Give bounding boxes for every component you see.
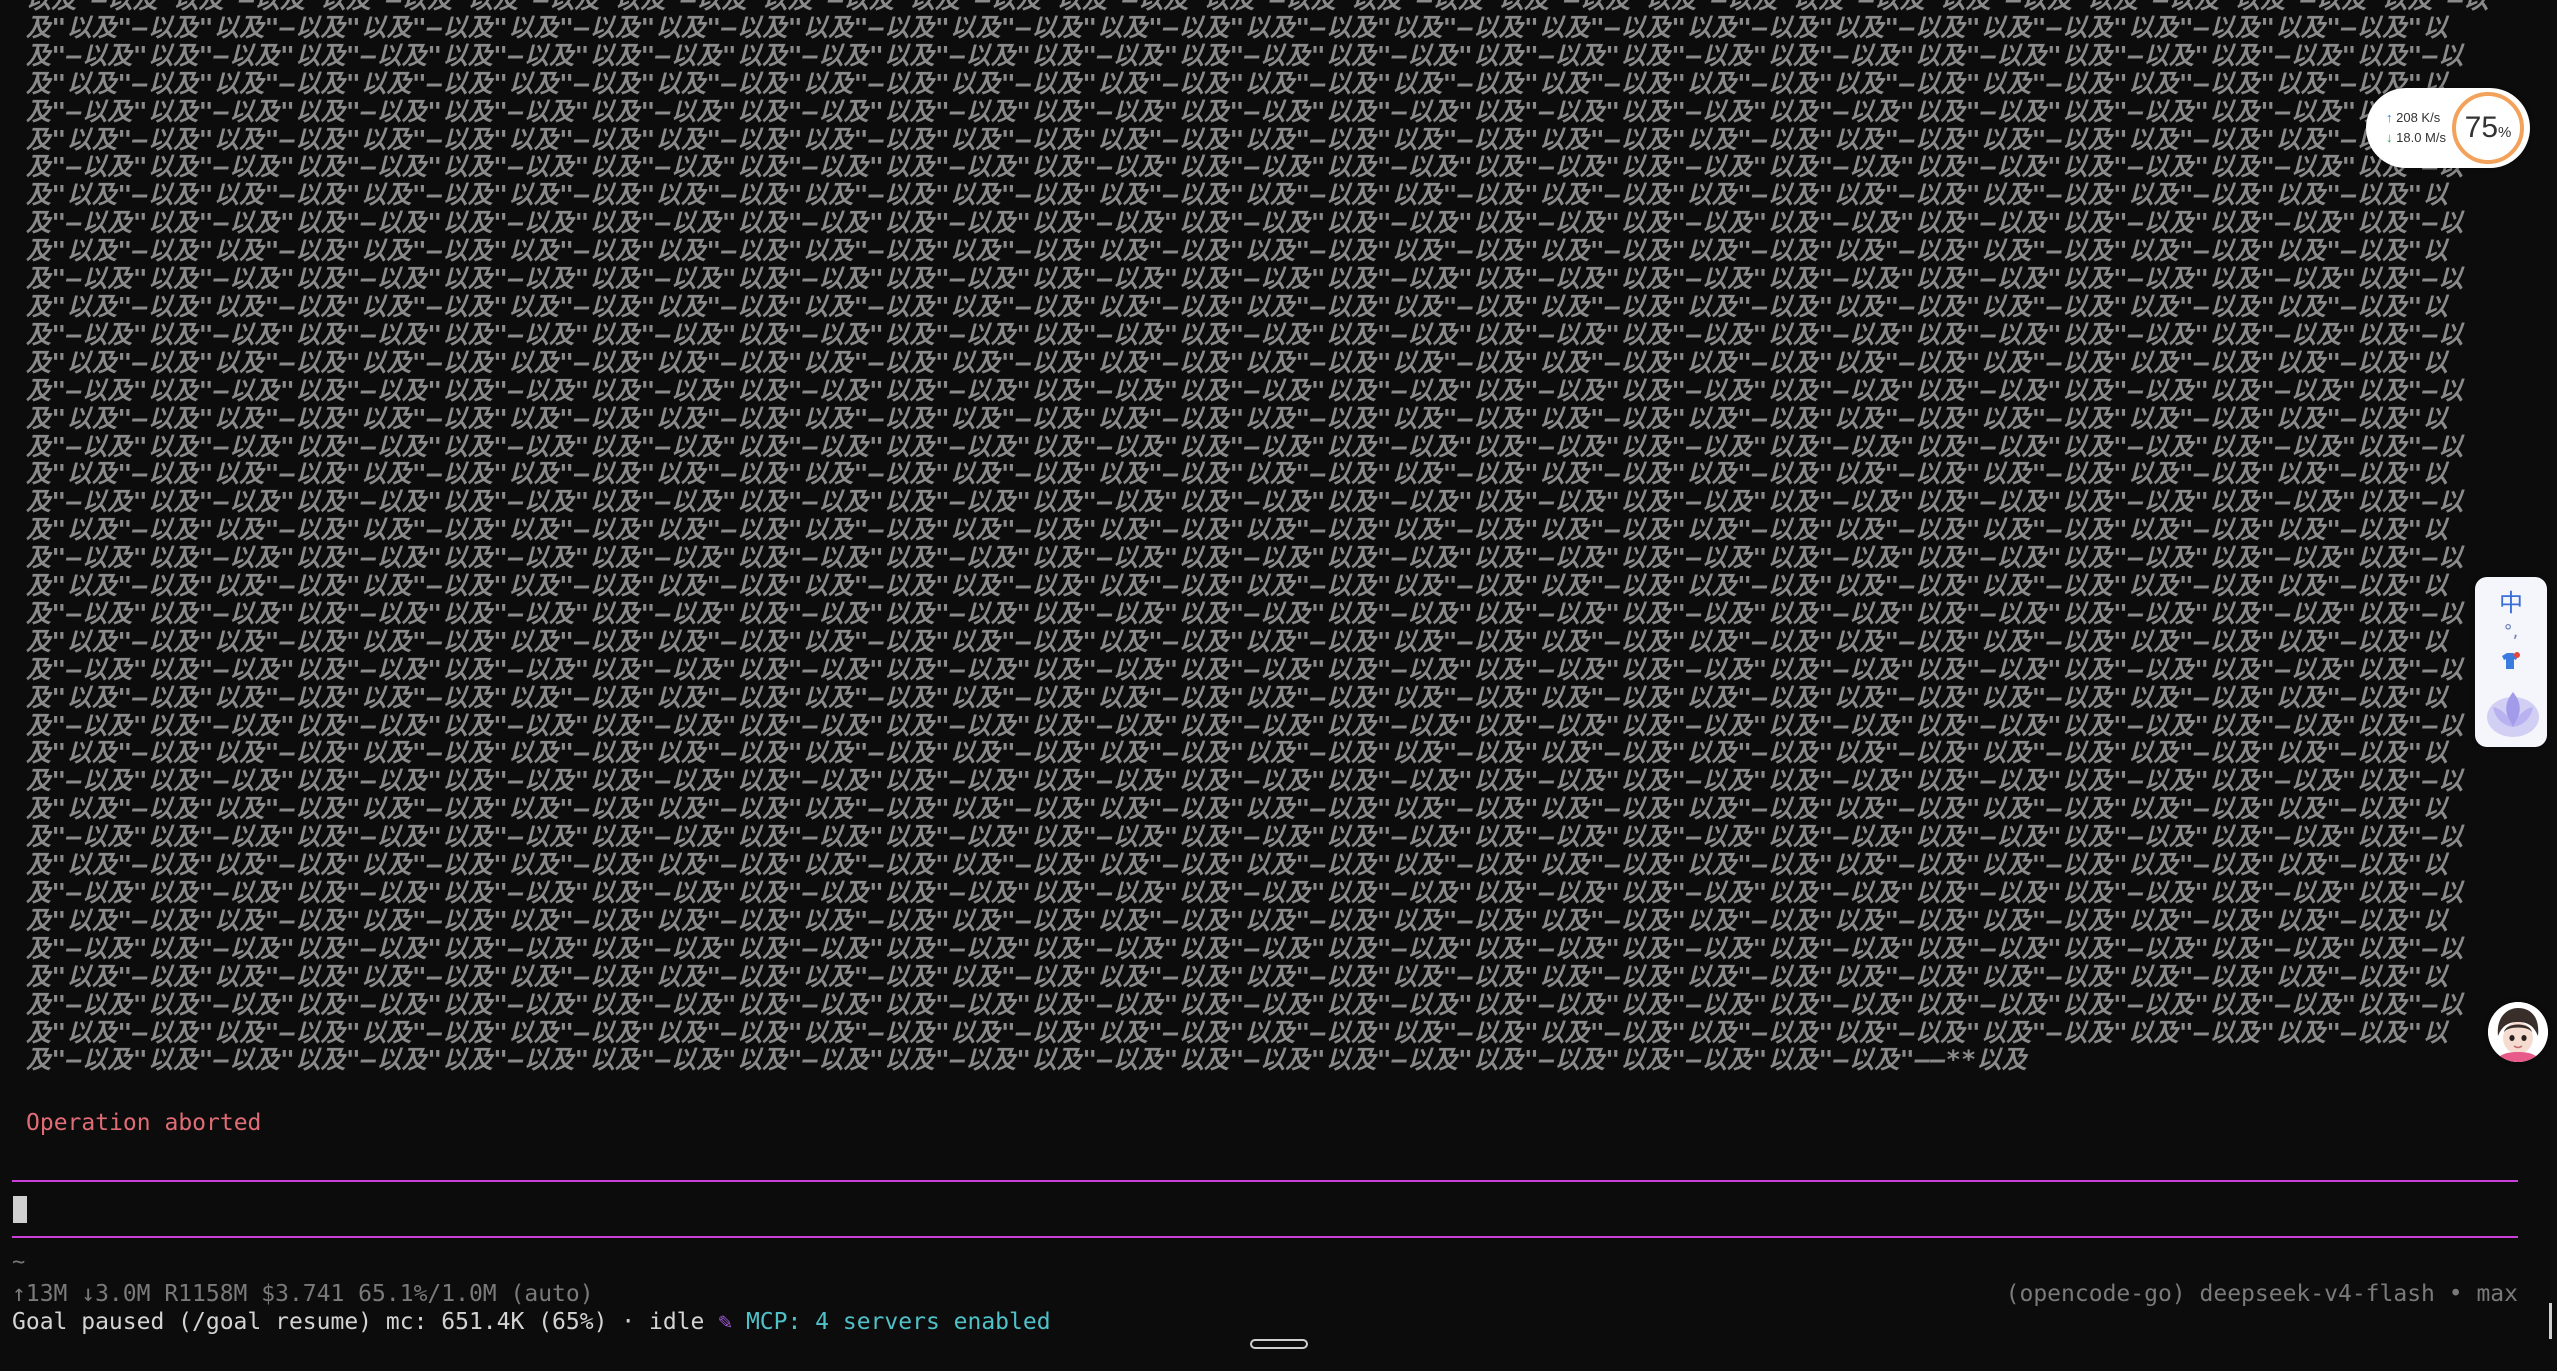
- network-speed-widget[interactable]: ↑ 208 K/s ↓ 18.0 M/s 75%: [2366, 88, 2530, 168]
- ime-language-toggle[interactable]: 中: [2475, 583, 2547, 618]
- repeated-output-text: 以及"—以及"以及"—以及"以及"—以及"以及"—以及"以及"—以及"以及"—以…: [26, 0, 2488, 1071]
- status-line: Goal paused (/goal resume) mc: 651.4K (6…: [12, 1307, 1051, 1337]
- upload-speed: ↑ 208 K/s: [2386, 110, 2441, 125]
- download-speed: ↓ 18.0 M/s: [2386, 130, 2446, 145]
- ime-decoration-flower-icon: [2487, 692, 2539, 737]
- goal-status-text: Goal paused (/goal resume) mc: 651.4K (6…: [12, 1309, 719, 1335]
- usage-stats: ↑13M ↓3.0M R1158M $3.741 65.1%/1.0M (aut…: [12, 1281, 594, 1307]
- skin-shirt-icon[interactable]: [2499, 652, 2521, 670]
- operation-aborted-message: Operation aborted: [26, 1110, 262, 1136]
- mcp-plug-icon: ✎: [718, 1309, 733, 1335]
- usage-percent: 75: [2464, 111, 2499, 144]
- mcp-status-text: MCP: 4 servers enabled: [745, 1309, 1051, 1335]
- prompt-directory: ~: [12, 1250, 26, 1275]
- percent-sign: %: [2498, 124, 2512, 141]
- input-cursor[interactable]: [13, 1196, 27, 1223]
- memory-usage-gauge[interactable]: 75%: [2452, 92, 2524, 164]
- model-indicator: (opencode-go) deepseek-v4-flash • max: [2005, 1281, 2518, 1307]
- terminal-window[interactable]: 以及"—以及"以及"—以及"以及"—以及"以及"—以及"以及"—以及"以及"—以…: [0, 0, 2557, 1371]
- input-border-bottom: [12, 1236, 2518, 1238]
- terminal-output: 以及"—以及"以及"—以及"以及"—以及"以及"—以及"以及"—以及"以及"—以…: [26, 0, 2496, 1071]
- scrollbar-thumb[interactable]: [2549, 1303, 2552, 1339]
- home-indicator-handle[interactable]: [1250, 1339, 1308, 1349]
- ime-toolbar[interactable]: 中 °,: [2475, 577, 2547, 747]
- ime-punctuation-toggle[interactable]: °,: [2475, 621, 2547, 642]
- download-arrow-icon: ↓: [2386, 130, 2393, 145]
- input-border-top: [12, 1180, 2518, 1182]
- output-tail-text: ——**以及: [1915, 1045, 2028, 1071]
- avatar-face-icon: [2488, 1002, 2548, 1062]
- assistant-avatar[interactable]: [2488, 1002, 2548, 1062]
- upload-arrow-icon: ↑: [2386, 110, 2393, 125]
